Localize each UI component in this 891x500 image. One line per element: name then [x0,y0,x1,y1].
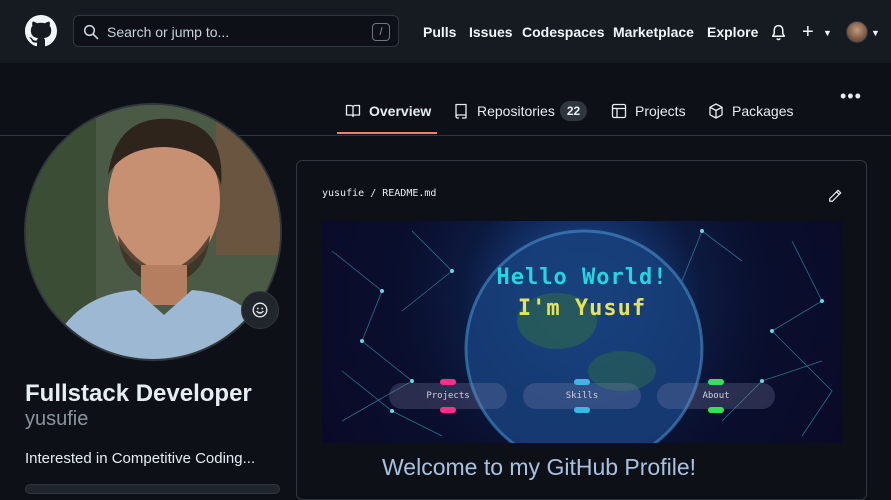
user-menu-caret-icon[interactable]: ▼ [871,28,880,38]
profile-photo-illustration [26,105,280,359]
profile-name: Fullstack Developer [25,380,252,407]
repo-icon [455,103,467,119]
top-header: Search or jump to... / Pulls Issues Code… [0,0,891,63]
search-shortcut-key: / [372,23,390,41]
nav-pulls[interactable]: Pulls [423,24,456,40]
package-icon [709,103,723,119]
readme-path-separator: / [370,188,377,199]
tab-overview-label: Overview [369,103,432,119]
readme-welcome-heading: Welcome to my GitHub Profile! [382,454,697,480]
banner-skills-button[interactable]: Skills [523,379,641,413]
banner-skills-label: Skills [565,391,599,401]
edit-pencil-icon[interactable] [828,189,842,203]
set-status-button[interactable] [241,291,279,329]
notifications-bell-icon[interactable] [770,24,787,41]
search-placeholder: Search or jump to... [107,24,230,40]
nav-marketplace[interactable]: Marketplace [613,24,694,40]
projects-glow-top [440,379,456,385]
banner-about-label: About [702,391,730,401]
repositories-count-badge: 22 [560,101,587,121]
profile-avatar[interactable] [24,103,282,361]
nav-codespaces[interactable]: Codespaces [522,24,604,40]
profile-bio: Interested in Competitive Coding... [25,450,256,467]
readme-card: yusufie / README.md Hello World! I'm Yus… [296,160,867,500]
readme-owner-link[interactable]: yusufie [322,188,364,199]
user-avatar-menu[interactable] [846,21,868,43]
edit-profile-button[interactable] [25,484,280,494]
readme-banner-image: Hello World! I'm Yusuf Projects Skills A… [322,221,842,443]
active-tab-indicator [337,132,437,134]
search-input[interactable]: Search or jump to... / [73,15,399,47]
skills-glow-bottom [574,407,590,413]
projects-glow-bottom [440,407,456,413]
more-options-kebab-icon[interactable]: ••• [840,86,862,107]
banner-projects-button[interactable]: Projects [389,379,507,413]
about-glow-bottom [708,407,724,413]
banner-about-button[interactable]: About [657,379,775,413]
tab-packages-label: Packages [732,103,794,119]
banner-title-line2: I'm Yusuf [517,296,647,321]
create-new-plus-icon[interactable]: + [802,21,814,44]
about-glow-top [708,379,724,385]
tab-repositories-label: Repositories [477,103,555,119]
create-new-caret-icon[interactable]: ▼ [823,28,832,38]
skills-glow-top [574,379,590,385]
nav-issues[interactable]: Issues [469,24,513,40]
project-table-icon [611,103,627,119]
readme-file-link[interactable]: README.md [382,188,436,199]
profile-username: yusufie [25,408,89,430]
readme-path: yusufie / README.md [322,188,436,199]
nav-explore[interactable]: Explore [707,24,758,40]
search-icon [83,24,99,40]
book-icon [345,104,361,118]
tab-projects-label: Projects [635,103,686,119]
smiley-icon [252,302,268,318]
banner-projects-label: Projects [426,391,470,401]
github-logo-icon[interactable] [25,15,57,47]
banner-title-line1: Hello World! [496,265,668,290]
